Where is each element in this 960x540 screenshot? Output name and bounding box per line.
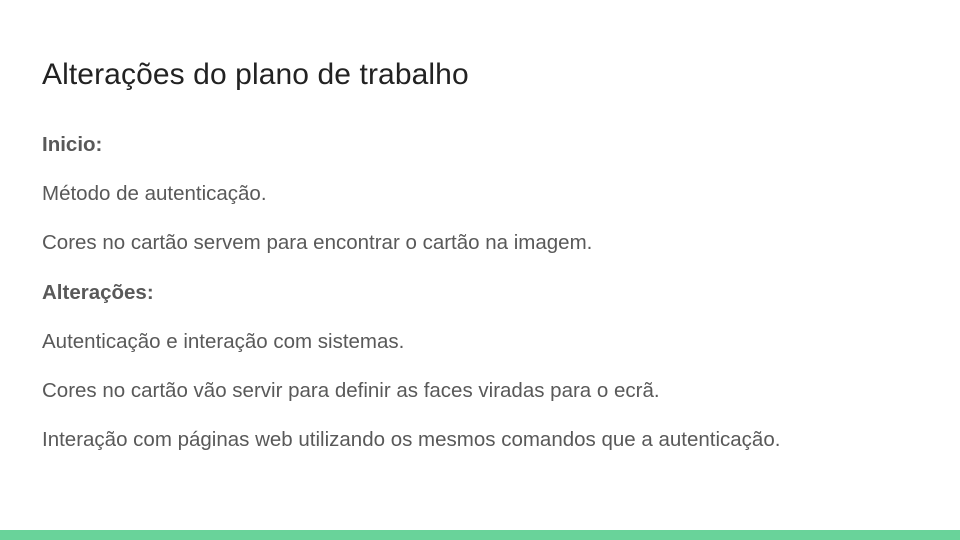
accent-bar — [0, 530, 960, 540]
body-line-interacao-paginas-web: Interação com páginas web utilizando os … — [42, 428, 781, 451]
section-heading-inicio: Inicio: — [42, 133, 103, 156]
body-line-autenticacao-interacao: Autenticação e interação com sistemas. — [42, 330, 405, 353]
section-heading-alteracoes: Alterações: — [42, 281, 154, 304]
slide-title: Alterações do plano de trabalho — [42, 58, 469, 91]
body-line-cores-faces-viradas: Cores no cartão vão servir para definir … — [42, 379, 660, 402]
slide: Alterações do plano de trabalho Inicio: … — [0, 0, 960, 540]
body-line-cores-encontrar-cartao: Cores no cartão servem para encontrar o … — [42, 231, 593, 254]
body-line-metodo-autenticacao: Método de autenticação. — [42, 182, 267, 205]
